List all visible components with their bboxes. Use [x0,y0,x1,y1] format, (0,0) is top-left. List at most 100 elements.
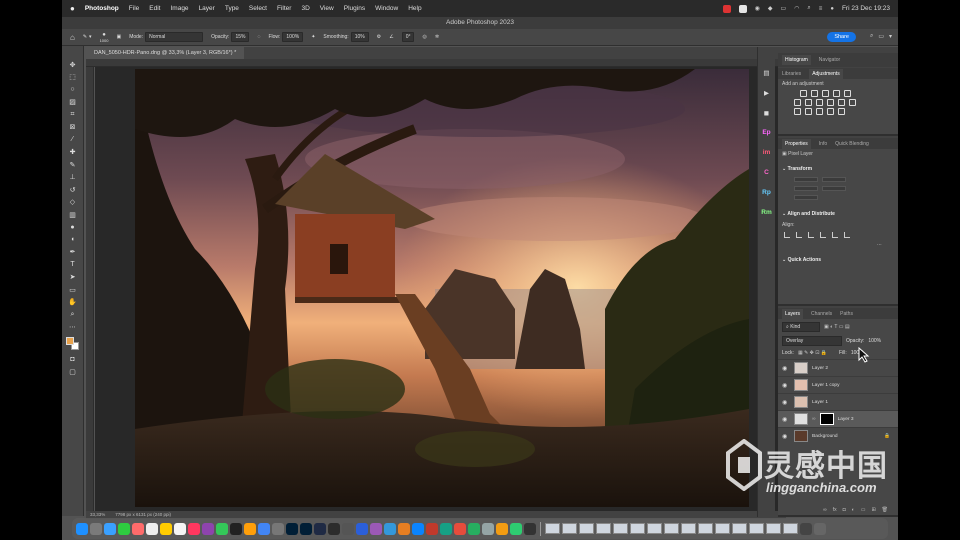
minimized-window[interactable] [630,523,645,534]
menu-file[interactable]: File [129,5,139,12]
w-field[interactable] [794,177,818,182]
search-icon[interactable]: ⌕ [870,33,873,40]
quick-actions-section[interactable]: ⌄ Quick Actions [778,254,898,266]
status-white-icon[interactable] [738,4,747,13]
symmetry-icon[interactable]: ✲ [435,34,439,40]
home-icon[interactable]: ⌂ [70,33,75,42]
app-icon[interactable] [398,522,410,535]
vertical-ruler[interactable] [86,67,94,511]
gear-icon[interactable]: ⚙ [377,34,381,40]
minimized-window[interactable] [579,523,594,534]
app-icon[interactable] [468,522,480,535]
mode-select[interactable]: Normal [145,32,204,42]
finder-icon[interactable] [76,522,88,535]
dodge-tool-icon[interactable]: ◖ [68,235,78,244]
align-right-icon[interactable] [808,232,814,238]
apple-menu-icon[interactable]: ● [70,4,75,13]
battery-icon[interactable]: ▭ [781,5,787,12]
tab-layers[interactable]: Layers [782,308,804,319]
menu-plugins[interactable]: Plugins [344,5,365,12]
angle-field[interactable] [794,195,818,200]
tab-histogram[interactable]: Histogram [782,55,811,65]
books-icon[interactable] [244,522,256,535]
app-icon[interactable] [342,522,354,535]
eye-icon[interactable]: ◉ [782,382,790,389]
app-icon[interactable] [384,522,396,535]
app-icon[interactable] [482,522,494,535]
stamp-tool-icon[interactable]: ⊥ [68,173,78,182]
zoom-tool-icon[interactable]: ⌕ [68,310,78,319]
chrome-icon[interactable] [258,522,270,535]
eye-icon[interactable]: ◉ [782,399,790,406]
tab-channels[interactable]: Channels [811,311,832,317]
kind-filter-select[interactable]: ⌕ Kind [782,322,820,332]
layer-row[interactable]: ◉ Layer 2 [778,359,898,376]
transform-section[interactable]: ⌄ Transform [778,163,898,175]
eye-icon[interactable]: ◉ [782,365,790,372]
align-middle-icon[interactable] [832,232,838,238]
share-button[interactable]: Share [827,32,856,42]
smoothing-field[interactable]: 10% [350,32,369,42]
invert-icon[interactable] [794,108,801,115]
y-field[interactable] [822,186,846,191]
document-tab[interactable]: DAN_5050-HDR-Pano.dng @ 33,3% (Layer 3, … [86,47,245,59]
lasso-tool-icon[interactable]: ○ [68,85,78,94]
tab-quick-blending[interactable]: Quick Blending [835,141,869,147]
siri-icon[interactable]: ● [830,6,834,12]
facetime-icon[interactable] [216,522,228,535]
color-lookup-icon[interactable] [849,99,856,106]
menu-3d[interactable]: 3D [301,5,309,12]
gradient-tool-icon[interactable]: ▥ [68,210,78,219]
menu-view[interactable]: View [320,5,334,12]
horizontal-ruler[interactable] [86,59,786,67]
more-options-icon[interactable]: ⋯ [778,240,898,250]
music-icon[interactable] [188,522,200,535]
brush-size-picker[interactable]: ● 1000 [100,32,109,43]
minimized-window[interactable] [596,523,611,534]
crop-tool-icon[interactable]: ⌗ [68,110,78,119]
wifi-icon[interactable]: ◠ [794,5,799,12]
menu-edit[interactable]: Edit [149,5,160,12]
app-icon[interactable] [356,522,368,535]
layer-row-selected[interactable]: ◉ ∞ Layer 3 [778,410,898,427]
history-brush-icon[interactable]: ↺ [68,185,78,194]
terminal-icon[interactable] [524,522,536,535]
channel-mixer-icon[interactable] [838,99,845,106]
align-top-icon[interactable] [820,232,826,238]
opacity-field[interactable]: 15% [231,32,250,42]
lock-icons[interactable]: ▦ ✎ ✥ ⊡ 🔒 [798,350,827,356]
chevron-down-icon[interactable]: ▾ [889,33,892,40]
eyedropper-tool-icon[interactable]: ⁄ [68,135,78,144]
h-field[interactable] [822,177,846,182]
angle-field[interactable]: 0° [401,32,415,42]
curves-icon[interactable] [822,90,829,97]
hand-tool-icon[interactable]: ✋ [68,298,78,307]
menu-help[interactable]: Help [408,5,421,12]
bridge-icon[interactable] [328,522,340,535]
menu-image[interactable]: Image [170,5,188,12]
object-select-tool-icon[interactable]: ▨ [68,98,78,107]
lightroom-icon[interactable] [314,522,326,535]
tab-libraries[interactable]: Libraries [782,71,801,77]
menu-window[interactable]: Window [375,5,398,12]
brush-settings-icon[interactable]: ▣ [116,34,121,40]
document-image[interactable] [135,69,749,507]
minimized-window[interactable] [647,523,662,534]
calendar-icon[interactable] [146,522,158,535]
menu-filter[interactable]: Filter [277,5,291,12]
eraser-tool-icon[interactable]: ◇ [68,198,78,207]
link-icon[interactable]: ∞ [812,416,816,422]
app-store-icon[interactable] [412,522,424,535]
minimized-window[interactable] [664,523,679,534]
minimized-window[interactable] [698,523,713,534]
layer-name[interactable]: Layer 1 [812,400,828,405]
app-icon[interactable] [454,522,466,535]
align-center-icon[interactable] [796,232,802,238]
pen-tool-icon[interactable]: ✒ [68,248,78,257]
minimized-window[interactable] [613,523,628,534]
plugin-rp-icon[interactable]: Rp [761,187,773,198]
menu-layer[interactable]: Layer [199,5,215,12]
layer-mask-thumbnail[interactable] [819,413,834,425]
filter-icons[interactable]: ▣ ◐ T ▭ ▤ [824,324,850,330]
flow-field[interactable]: 100% [282,32,304,42]
